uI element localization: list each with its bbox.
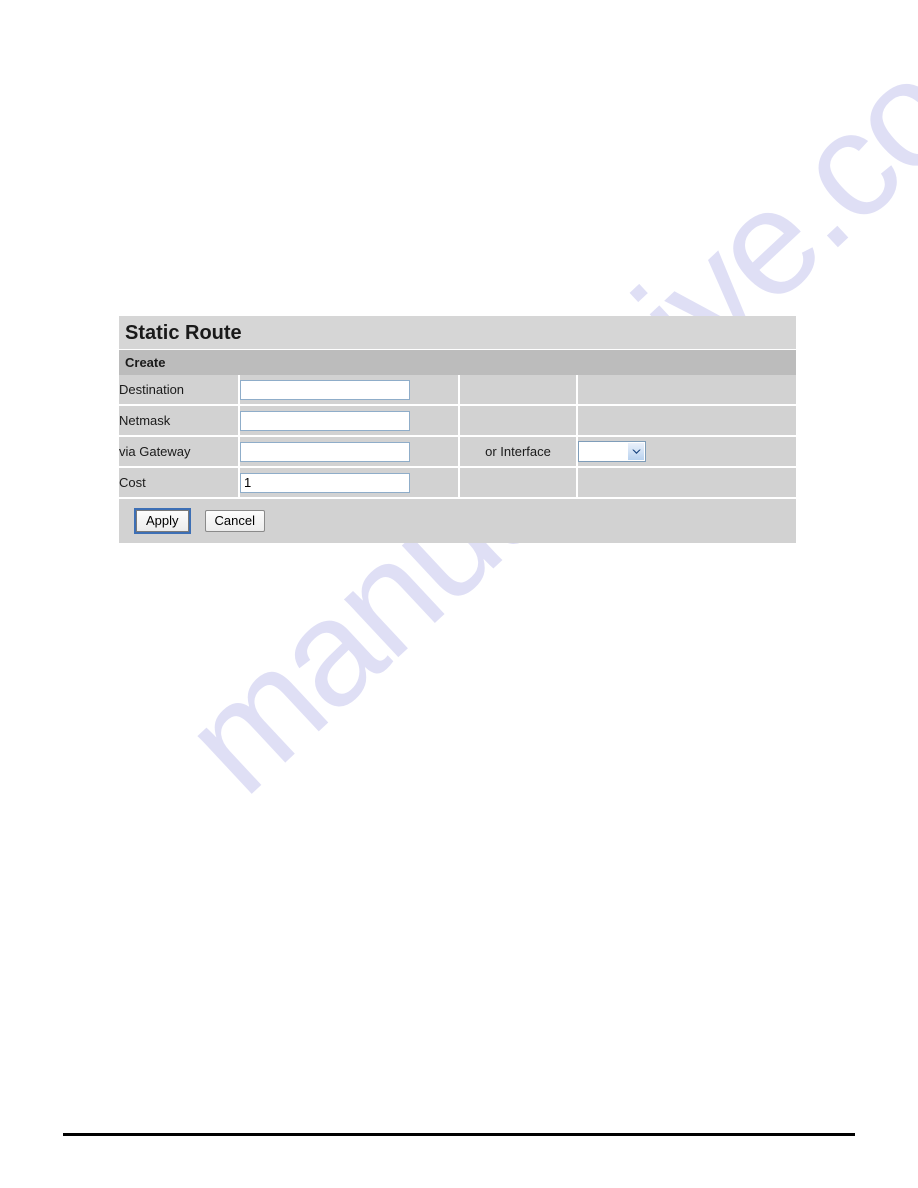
destination-field-cell: [239, 375, 460, 406]
table-row: via Gateway or Interface: [119, 436, 796, 468]
or-interface-label: or Interface: [459, 436, 578, 468]
netmask-input[interactable]: [240, 410, 410, 431]
cancel-button[interactable]: Cancel: [204, 510, 265, 532]
static-route-panel: Static Route Create Destination Netmask …: [119, 316, 796, 543]
via-gateway-field-cell: [239, 436, 460, 468]
interface-select[interactable]: [578, 441, 646, 462]
cost-input[interactable]: [240, 472, 410, 493]
table-row: Cost: [119, 467, 796, 499]
netmask-field-cell: [239, 405, 460, 437]
cost-spacer-cell: [459, 467, 578, 499]
watermark-layer: manualshive.com: [0, 0, 918, 1188]
cost-field-cell: [239, 467, 460, 499]
table-row: Netmask: [119, 405, 796, 437]
interface-select-cell: [577, 436, 796, 468]
chevron-down-icon[interactable]: [627, 443, 644, 460]
static-route-form-table: Destination Netmask via Gateway or Inter…: [119, 375, 796, 499]
table-row: Destination: [119, 375, 796, 406]
destination-trailing-cell: [577, 375, 796, 406]
panel-title-bar: Static Route: [119, 316, 796, 349]
panel-subtitle-bar: Create: [119, 349, 796, 375]
form-action-bar: Apply Cancel: [119, 499, 796, 543]
footer-divider: [63, 1133, 855, 1136]
cost-trailing-cell: [577, 467, 796, 499]
apply-button[interactable]: Apply: [134, 508, 191, 534]
via-gateway-label: via Gateway: [119, 436, 240, 468]
cost-label: Cost: [119, 467, 240, 499]
netmask-spacer-cell: [459, 405, 578, 437]
destination-input[interactable]: [240, 379, 410, 400]
netmask-label: Netmask: [119, 405, 240, 437]
section-title: Create: [125, 355, 166, 370]
page-title: Static Route: [125, 321, 242, 344]
destination-label: Destination: [119, 375, 240, 406]
netmask-trailing-cell: [577, 405, 796, 437]
via-gateway-input[interactable]: [240, 441, 410, 462]
destination-spacer-cell: [459, 375, 578, 406]
